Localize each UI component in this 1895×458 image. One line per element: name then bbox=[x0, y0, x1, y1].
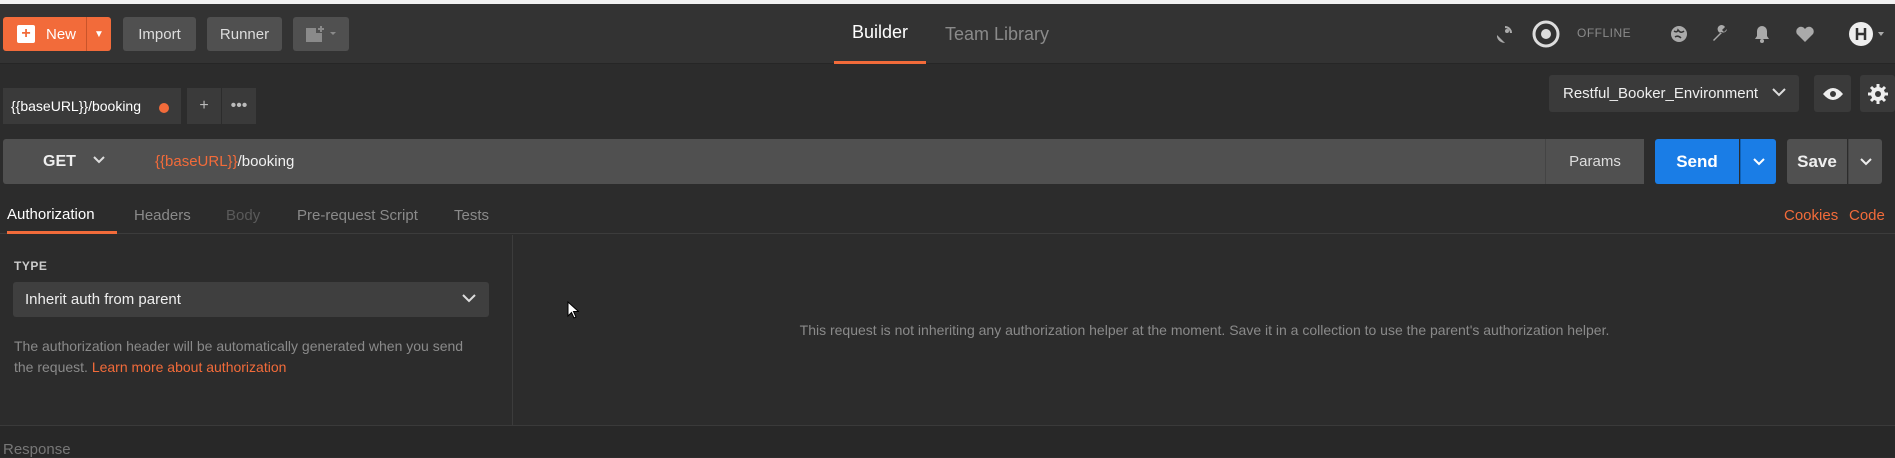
tab-team-library[interactable]: Team Library bbox=[945, 4, 1049, 64]
gear-icon bbox=[1867, 83, 1888, 104]
request-tab[interactable]: {{baseURL}}/booking bbox=[3, 88, 181, 124]
environment-select-value: Restful_Booker_Environment bbox=[1563, 85, 1759, 102]
user-avatar-icon[interactable] bbox=[1847, 19, 1887, 49]
url-path: /booking bbox=[237, 153, 295, 170]
satellite-icon[interactable] bbox=[1492, 22, 1516, 46]
request-tab-label: {{baseURL}}/booking bbox=[11, 97, 141, 114]
auth-type-label: TYPE bbox=[14, 259, 48, 273]
method-value: GET bbox=[43, 152, 76, 170]
chevron-down-icon bbox=[1771, 84, 1787, 103]
new-dropdown-caret-icon[interactable]: ▼ bbox=[86, 17, 111, 51]
tab-body[interactable]: Body bbox=[226, 197, 260, 234]
request-subtabs: Authorization Headers Body Pre-request S… bbox=[0, 197, 1895, 234]
unsaved-indicator-icon bbox=[159, 103, 169, 113]
mouse-cursor-icon bbox=[567, 301, 579, 319]
heart-icon[interactable] bbox=[1793, 22, 1817, 46]
bell-icon[interactable] bbox=[1750, 22, 1774, 46]
tab-authorization[interactable]: Authorization bbox=[7, 197, 117, 234]
auth-settings-pane: TYPE Inherit auth from parent The author… bbox=[0, 235, 513, 425]
header-bar: + New ▼ Import Runner Builder Team Libra… bbox=[0, 4, 1895, 64]
cookies-link[interactable]: Cookies bbox=[1784, 207, 1838, 224]
chevron-down-icon bbox=[461, 290, 477, 309]
tab-options-button[interactable]: ••• bbox=[222, 88, 256, 124]
save-button[interactable]: Save bbox=[1787, 139, 1847, 184]
environment-quick-look-button[interactable] bbox=[1814, 75, 1851, 112]
environment-select[interactable]: Restful_Booker_Environment bbox=[1549, 75, 1799, 112]
chevron-down-icon bbox=[92, 153, 106, 170]
auth-description: The authorization header will be automat… bbox=[14, 336, 484, 378]
send-dropdown-caret-icon[interactable] bbox=[1740, 139, 1776, 184]
auth-info-message: This request is not inheriting any autho… bbox=[799, 322, 1610, 338]
add-tab-button[interactable]: + bbox=[187, 88, 221, 124]
new-button-label: New bbox=[46, 25, 77, 43]
plus-icon: + bbox=[17, 25, 35, 43]
runner-button[interactable]: Runner bbox=[207, 17, 282, 51]
send-button[interactable]: Send bbox=[1655, 139, 1739, 184]
new-button[interactable]: + New ▼ bbox=[3, 17, 111, 51]
auth-type-value: Inherit auth from parent bbox=[25, 291, 181, 308]
tab-headers[interactable]: Headers bbox=[134, 197, 191, 234]
response-section-header[interactable]: Response bbox=[0, 425, 1895, 458]
params-button[interactable]: Params bbox=[1545, 139, 1644, 184]
method-select[interactable]: GET bbox=[3, 139, 139, 184]
url-variable: {{baseURL}} bbox=[155, 153, 238, 170]
tab-pre-request-script[interactable]: Pre-request Script bbox=[297, 197, 418, 234]
request-url-row: GET {{baseURL}}/booking Params Send Save bbox=[0, 137, 1895, 187]
code-link[interactable]: Code bbox=[1849, 207, 1885, 224]
request-tab-row: {{baseURL}}/booking + ••• Restful_Booker… bbox=[0, 65, 1895, 125]
url-input[interactable]: {{baseURL}}/booking bbox=[139, 139, 1545, 184]
sync-icon[interactable] bbox=[1531, 19, 1561, 49]
wrench-icon[interactable] bbox=[1709, 22, 1733, 46]
manage-environments-button[interactable] bbox=[1860, 75, 1895, 112]
learn-more-auth-link[interactable]: Learn more about authorization bbox=[92, 359, 287, 375]
new-window-button[interactable] bbox=[293, 17, 349, 51]
tab-tests[interactable]: Tests bbox=[454, 197, 489, 234]
tab-builder[interactable]: Builder bbox=[834, 4, 926, 64]
offline-status: OFFLINE bbox=[1577, 26, 1632, 40]
auth-type-select[interactable]: Inherit auth from parent bbox=[13, 282, 489, 317]
globe-icon[interactable] bbox=[1667, 22, 1691, 46]
new-window-icon bbox=[306, 25, 336, 42]
eye-icon bbox=[1822, 87, 1843, 100]
import-button[interactable]: Import bbox=[123, 17, 196, 51]
save-dropdown-caret-icon[interactable] bbox=[1848, 139, 1882, 184]
